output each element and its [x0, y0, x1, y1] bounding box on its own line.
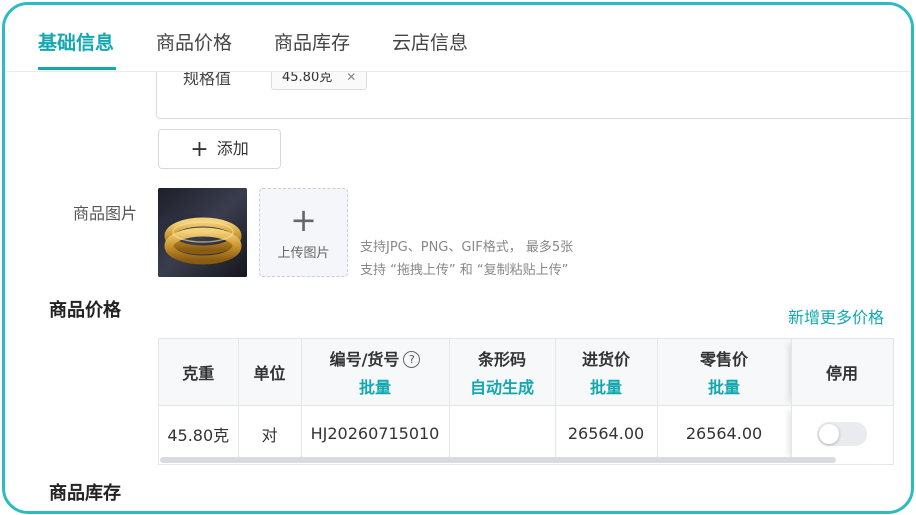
tab-price[interactable]: 商品价格 [156, 28, 232, 55]
add-more-price-link[interactable]: 新增更多价格 [788, 304, 884, 328]
app-frame: 基础信息 商品价格 商品库存 云店信息 规格值 45.80克 ✕ + 添加 商品图片 [2, 2, 914, 514]
tab-cloud-store[interactable]: 云店信息 [392, 28, 468, 55]
column-header-disable: 停用 [791, 339, 893, 406]
toggle-knob [819, 423, 839, 444]
plus-icon: + [190, 137, 209, 162]
close-icon[interactable]: ✕ [346, 70, 356, 84]
cell-cost-price[interactable]: 26564.00 [555, 405, 658, 461]
horizontal-scrollbar[interactable] [160, 457, 836, 463]
batch-code-link[interactable]: 批量 [302, 374, 449, 398]
product-image-thumbnail[interactable] [158, 188, 247, 277]
help-icon[interactable]: ? [403, 351, 421, 368]
column-header-barcode: 条形码 自动生成 [449, 339, 556, 406]
cell-disable [791, 405, 893, 461]
stock-section-title: 商品库存 [49, 483, 121, 504]
upload-format-hint: 支持JPG、PNG、GIF格式， 最多5张 [360, 240, 574, 255]
product-images-label: 商品图片 [73, 204, 138, 223]
batch-cost-price-link[interactable]: 批量 [556, 374, 657, 398]
tab-bar: 基础信息 商品价格 商品库存 云店信息 [5, 5, 911, 72]
price-table: 克重 单位 编号/货号? 批量 条形码 自动生成 进货价 批量 零售价 批量 停… [158, 338, 894, 465]
active-tab-indicator [38, 67, 116, 70]
cell-code[interactable]: HJ20260715010 [301, 405, 450, 461]
upload-image-button[interactable]: + 上传图片 [259, 188, 348, 277]
column-header-weight: 克重 [159, 339, 239, 406]
tab-stock[interactable]: 商品库存 [274, 28, 350, 55]
cell-barcode[interactable] [449, 405, 556, 461]
column-header-unit: 单位 [238, 339, 302, 406]
cell-unit: 对 [238, 405, 302, 461]
gold-bracelet-image [158, 188, 247, 277]
cell-weight: 45.80克 [159, 405, 239, 461]
column-header-code: 编号/货号? 批量 [301, 339, 450, 406]
upload-image-label: 上传图片 [277, 246, 330, 261]
table-header-row: 克重 单位 编号/货号? 批量 条形码 自动生成 进货价 批量 零售价 批量 停… [159, 339, 893, 406]
column-header-cost-price: 进货价 批量 [555, 339, 658, 406]
cell-retail-price[interactable]: 26564.00 [657, 405, 792, 461]
table-row: 45.80克 对 HJ20260715010 26564.00 26564.00 [159, 405, 893, 461]
price-section-title: 商品价格 [49, 300, 121, 321]
column-header-retail-price: 零售价 批量 [657, 339, 792, 406]
tab-basic-info[interactable]: 基础信息 [38, 28, 114, 55]
plus-icon: + [290, 201, 317, 239]
spec-value-tag-text: 45.80克 [282, 70, 333, 85]
batch-retail-price-link[interactable]: 批量 [658, 374, 791, 398]
auto-generate-barcode-link[interactable]: 自动生成 [450, 374, 555, 398]
upload-method-hint: 支持 “拖拽上传” 和 “复制粘贴上传” [360, 263, 569, 278]
add-spec-button[interactable]: + 添加 [158, 129, 281, 169]
disable-toggle[interactable] [817, 421, 867, 446]
add-spec-button-label: 添加 [216, 139, 249, 158]
